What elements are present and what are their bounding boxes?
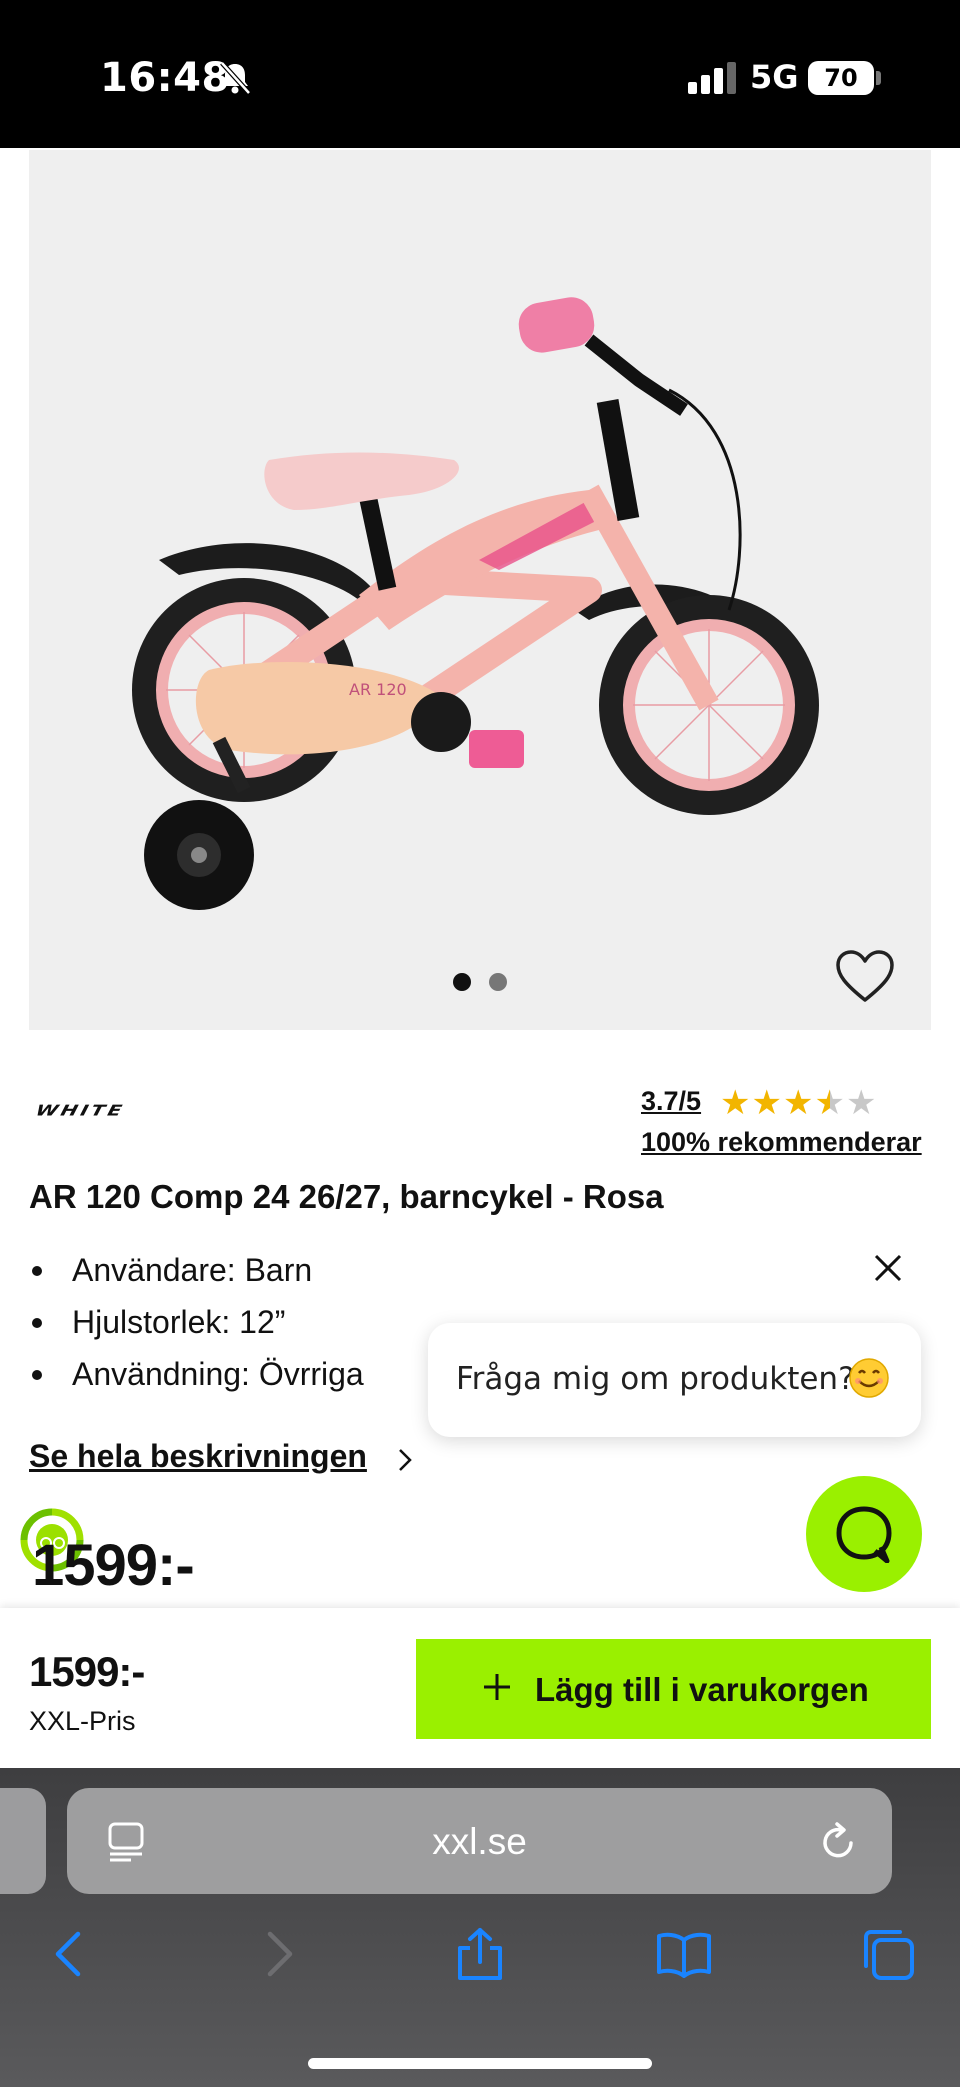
price-label: XXL-Pris [29, 1706, 136, 1736]
price: 1599:- [29, 1648, 145, 1695]
reload-icon[interactable] [819, 1821, 859, 1863]
full-description-link[interactable]: Se hela beskrivningen [29, 1438, 367, 1475]
product-highlights: Användare: Barn Hjulstorlek: 12” Användn… [29, 1244, 364, 1400]
gallery-dot-active[interactable] [453, 973, 471, 991]
bookmarks-icon[interactable] [656, 1926, 712, 1982]
rating-link[interactable]: 3.7/5 [641, 1086, 701, 1117]
status-time: 16:48 [100, 55, 230, 101]
chat-button[interactable] [806, 1476, 922, 1592]
previous-tab-preview[interactable] [0, 1788, 46, 1894]
product-title: AR 120 Comp 24 26/27, barncykel - Rosa [29, 1178, 664, 1215]
home-indicator [308, 2058, 652, 2069]
forward-icon[interactable] [250, 1926, 306, 1982]
product-image-bike: AR 120 [132, 297, 819, 910]
chevron-right-icon[interactable] [397, 1447, 413, 1473]
url-text: xxl.se [432, 1821, 527, 1862]
battery-nub [876, 71, 881, 85]
heart-icon[interactable] [835, 950, 895, 1004]
add-to-cart-label: Lägg till i varukorgen [535, 1671, 869, 1708]
recommend-link[interactable]: 100% rekommenderar [641, 1127, 922, 1158]
gallery-pagination[interactable] [453, 973, 513, 993]
plus-icon [484, 1674, 510, 1700]
product-gallery[interactable]: AR 120 [29, 150, 931, 1030]
highlight-item: Hjulstorlek: 12” [29, 1296, 364, 1348]
share-icon[interactable] [452, 1926, 508, 1982]
smile-emoji-icon [849, 1358, 889, 1398]
svg-text:AR 120: AR 120 [349, 680, 407, 699]
rating-stars: ★★★★★ [720, 1083, 877, 1123]
scrolled-price: 1599:- [32, 1533, 195, 1598]
star-icon: ★ [751, 1084, 783, 1122]
highlight-item: Användare: Barn [29, 1244, 364, 1296]
chat-prompt-bubble[interactable]: Fråga mig om produkten? [428, 1323, 921, 1437]
address-bar[interactable]: xxl.se [67, 1788, 892, 1894]
bell-muted-icon [220, 61, 251, 95]
star-half-icon: ★ [814, 1084, 846, 1122]
battery-level: 70 [824, 64, 858, 92]
chat-bubble-icon [836, 1506, 892, 1563]
star-icon: ★ [720, 1084, 752, 1122]
add-to-cart-button[interactable]: Lägg till i varukorgen [416, 1639, 931, 1739]
star-icon: ★ [782, 1084, 815, 1122]
close-icon[interactable] [871, 1251, 905, 1285]
purchase-bar: 1599:- XXL-Pris Lägg till i varukorgen [0, 1608, 960, 1768]
gallery-dot[interactable] [489, 973, 507, 991]
highlight-item: Användning: Övrriga [29, 1348, 364, 1400]
battery-icon: 70 [808, 61, 874, 95]
back-icon[interactable] [42, 1926, 98, 1982]
brand-logo[interactable]: WHITE [34, 1101, 127, 1119]
chat-prompt-text: Fråga mig om produkten? [456, 1361, 855, 1397]
signal-icon [688, 62, 736, 94]
network-type: 5G [750, 58, 799, 96]
tabs-icon[interactable] [860, 1926, 916, 1982]
browser-toolbar: xxl.se [0, 1768, 960, 2087]
status-bar: 16:48 5G 70 [0, 0, 960, 148]
star-empty-icon: ★ [845, 1084, 878, 1122]
